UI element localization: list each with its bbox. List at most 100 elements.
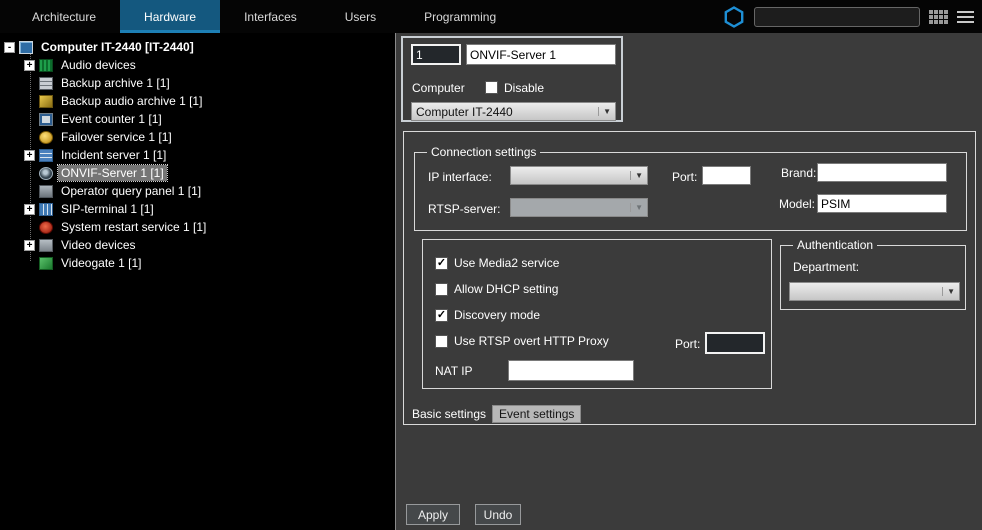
apply-button[interactable]: Apply [406, 504, 460, 525]
nav-tab-architecture[interactable]: Architecture [8, 0, 120, 33]
device-tree: - Computer IT-2440 [IT-2440] + Audio dev… [0, 33, 395, 530]
tree-item-system-restart-service[interactable]: System restart service 1 [1] [0, 218, 395, 236]
layout-grid-icon[interactable] [929, 10, 948, 24]
tree-item-label: Audio devices [58, 57, 139, 73]
tree-item-sip-terminal[interactable]: + SIP-terminal 1 [1] [0, 200, 395, 218]
option-checkbox[interactable]: ✓ [435, 309, 448, 322]
option-checkbox[interactable] [435, 283, 448, 296]
system-restart-service-icon [39, 221, 53, 234]
incident-server-icon [39, 149, 53, 162]
menu-icon[interactable] [957, 11, 974, 23]
ip-interface-label: IP interface: [428, 170, 492, 184]
chevron-down-icon: ▼ [598, 107, 611, 116]
nav-tabs: ArchitectureHardwareInterfacesUsersProgr… [8, 0, 520, 33]
tree-item-label: Computer IT-2440 [IT-2440] [38, 39, 197, 55]
computer-icon [19, 41, 33, 54]
department-select[interactable]: ▼ [789, 282, 960, 301]
tree-item-incident-server[interactable]: + Incident server 1 [1] [0, 146, 395, 164]
port-label: Port: [672, 170, 697, 184]
option-label: Use RTSP overt HTTP Proxy [454, 334, 609, 348]
tree-item-onvif-server[interactable]: ONVIF-Server 1 [1] [0, 164, 395, 182]
audio-devices-icon [39, 59, 53, 72]
expand-toggle-icon[interactable]: + [24, 60, 35, 71]
connection-settings-group: Connection settings IP interface: ▼ Port… [414, 152, 967, 231]
option-label: Allow DHCP setting [454, 282, 558, 296]
nat-ip-field[interactable] [508, 360, 634, 381]
chevron-down-icon: ▼ [942, 287, 955, 296]
object-name-field[interactable] [466, 44, 616, 65]
search-input[interactable] [754, 7, 920, 27]
nav-tab-hardware[interactable]: Hardware [120, 0, 220, 33]
sip-terminal-icon [39, 203, 53, 216]
chevron-down-icon: ▼ [630, 203, 643, 212]
department-label: Department: [793, 260, 859, 274]
disable-label: Disable [504, 81, 544, 95]
collapse-toggle-icon[interactable]: - [4, 42, 15, 53]
connection-settings-title: Connection settings [427, 145, 540, 159]
tree-item-backup-archive[interactable]: Backup archive 1 [1] [0, 74, 395, 92]
tree-item-label: ONVIF-Server 1 [1] [58, 165, 167, 181]
tree-item-label: SIP-terminal 1 [1] [58, 201, 157, 217]
option-label: Discovery mode [454, 308, 540, 322]
event-counter-icon [39, 113, 53, 126]
tree-item-label: Incident server 1 [1] [58, 147, 169, 163]
model-field[interactable] [817, 194, 947, 213]
tree-item-video-devices[interactable]: + Video devices [0, 236, 395, 254]
hexagon-logo-icon [723, 6, 745, 28]
videogate-icon [39, 257, 53, 270]
page-tabs: Basic settingsEvent settings [406, 405, 581, 423]
computer-select-value: Computer IT-2440 [416, 105, 513, 119]
expand-toggle-icon[interactable]: + [24, 204, 35, 215]
onvif-server-icon [39, 167, 53, 180]
backup-archive-icon [39, 77, 53, 90]
option-checkbox[interactable]: ✓ [435, 257, 448, 270]
authentication-group: Authentication Department: ▼ [780, 245, 966, 310]
tree-item-label: Videogate 1 [1] [58, 255, 145, 271]
rtsp-server-label: RTSP-server: [428, 202, 500, 216]
tree-item-computer[interactable]: - Computer IT-2440 [IT-2440] [0, 38, 395, 56]
tree-item-label: Backup audio archive 1 [1] [58, 93, 205, 109]
tree-item-operator-query-panel[interactable]: Operator query panel 1 [1] [0, 182, 395, 200]
nav-tab-programming[interactable]: Programming [400, 0, 520, 33]
tree-item-audio-devices[interactable]: + Audio devices [0, 56, 395, 74]
nav-tab-interfaces[interactable]: Interfaces [220, 0, 321, 33]
option-row: ✓ Use Media2 service [435, 254, 759, 272]
expand-toggle-icon[interactable]: + [24, 150, 35, 161]
tree-item-label: Operator query panel 1 [1] [58, 183, 204, 199]
failover-service-icon [39, 131, 53, 144]
tree-item-label: Backup archive 1 [1] [58, 75, 173, 91]
object-id-field[interactable] [411, 44, 461, 65]
undo-button[interactable]: Undo [475, 504, 521, 525]
rtsp-server-select[interactable]: ▼ [510, 198, 648, 217]
disable-checkbox[interactable] [485, 81, 498, 94]
tab-event-settings[interactable]: Event settings [492, 405, 581, 423]
option-checkbox[interactable] [435, 335, 448, 348]
proxy-port-label: Port: [675, 337, 700, 351]
backup-audio-archive-icon [39, 95, 53, 108]
option-row: Allow DHCP setting [435, 280, 759, 298]
tree-item-failover-service[interactable]: Failover service 1 [1] [0, 128, 395, 146]
identity-box: Computer Disable Computer IT-2440 ▼ [401, 36, 623, 122]
tree-item-label: Event counter 1 [1] [58, 111, 165, 127]
onvif-options-box: ✓ Use Media2 service Allow DHCP setting … [422, 239, 772, 389]
tab-basic-settings[interactable]: Basic settings [406, 405, 492, 422]
nav-tab-users[interactable]: Users [321, 0, 400, 33]
authentication-title: Authentication [793, 238, 877, 252]
computer-select[interactable]: Computer IT-2440 ▼ [411, 102, 616, 121]
device-tree-children: + Audio devices Backup archive 1 [1] Bac… [0, 56, 395, 272]
proxy-port-field[interactable] [705, 332, 765, 354]
tree-item-backup-audio-archive[interactable]: Backup audio archive 1 [1] [0, 92, 395, 110]
port-field[interactable] [702, 166, 751, 185]
option-label: Use Media2 service [454, 256, 559, 270]
tree-item-videogate[interactable]: Videogate 1 [1] [0, 254, 395, 272]
tree-item-event-counter[interactable]: Event counter 1 [1] [0, 110, 395, 128]
tree-item-label: Video devices [58, 237, 139, 253]
topbar-right-cluster [723, 0, 982, 33]
expand-toggle-icon[interactable]: + [24, 240, 35, 251]
nat-ip-label: NAT IP [435, 364, 473, 378]
ip-interface-select[interactable]: ▼ [510, 166, 648, 185]
model-label: Model: [779, 197, 815, 211]
brand-field[interactable] [817, 163, 947, 182]
tree-item-label: Failover service 1 [1] [58, 129, 175, 145]
operator-query-panel-icon [39, 185, 53, 198]
